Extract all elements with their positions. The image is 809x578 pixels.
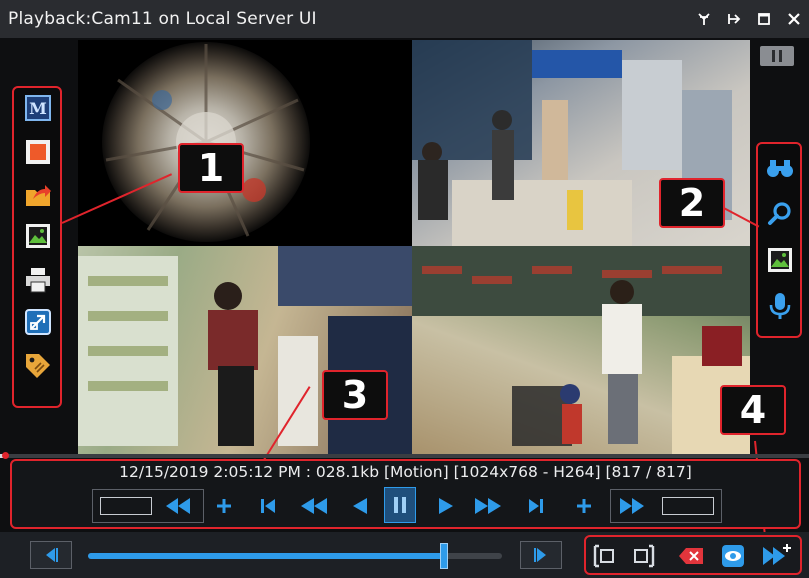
zoom-icon[interactable]	[766, 200, 794, 228]
fast-forward-speed-icon[interactable]	[616, 489, 648, 523]
fast-forward-icon[interactable]	[470, 489, 506, 523]
clear-marks-icon[interactable]	[678, 543, 704, 569]
pause-button[interactable]	[384, 487, 416, 523]
speed-plus-left-icon[interactable]	[210, 489, 238, 523]
play-reverse-icon[interactable]	[348, 489, 372, 523]
export-icon[interactable]	[24, 180, 52, 208]
print-icon[interactable]	[24, 266, 52, 294]
zoom-slider-fill	[88, 553, 445, 559]
motion-icon[interactable]: M	[24, 94, 52, 122]
scroll-thumb[interactable]	[760, 46, 794, 66]
zoom-slider[interactable]	[88, 543, 502, 569]
zoom-slider-handle[interactable]	[440, 543, 449, 569]
window-title: Playback:Cam11 on Local Server UI	[8, 9, 317, 29]
skip-to-end-icon[interactable]	[522, 489, 550, 523]
callout-badge-3: 3	[322, 370, 388, 420]
add-bookmark-icon[interactable]	[760, 543, 794, 569]
speed-plus-right-icon[interactable]	[570, 489, 598, 523]
binoculars-icon[interactable]	[766, 154, 794, 182]
callout-badge-2: 2	[659, 178, 725, 228]
rewind-icon[interactable]	[296, 489, 332, 523]
mark-in-icon[interactable]	[592, 543, 618, 569]
fast-speed-box[interactable]	[662, 497, 714, 515]
microphone-icon[interactable]	[766, 292, 794, 320]
tag-icon[interactable]	[24, 352, 52, 380]
mark-out-icon[interactable]	[630, 543, 656, 569]
right-toolbar	[756, 142, 802, 338]
camera-view-checkout[interactable]	[412, 246, 750, 454]
callout-badge-1: 1	[178, 143, 244, 193]
svg-text:M: M	[29, 99, 47, 118]
playback-window: Playback:Cam11 on Local Server UI M 1 2 …	[0, 0, 809, 578]
left-toolbar: M	[12, 86, 62, 408]
timeline-marker[interactable]	[2, 452, 9, 459]
bottom-bar	[0, 532, 809, 578]
maximize-icon[interactable]	[749, 0, 779, 38]
next-frame-button[interactable]	[520, 541, 562, 569]
video-grid[interactable]	[78, 40, 750, 454]
timeline-track[interactable]	[0, 452, 809, 459]
image-icon[interactable]	[766, 246, 794, 274]
callout-badge-4: 4	[720, 385, 786, 435]
detach-icon[interactable]	[719, 0, 749, 38]
snapshot-icon[interactable]	[24, 222, 52, 250]
play-icon[interactable]	[434, 489, 458, 523]
close-icon[interactable]	[779, 0, 809, 38]
fullscreen-icon[interactable]	[24, 308, 52, 336]
camera-view-refrigerator[interactable]	[78, 246, 412, 454]
skip-to-start-icon[interactable]	[254, 489, 282, 523]
title-bar[interactable]: Playback:Cam11 on Local Server UI	[0, 0, 809, 38]
playback-controls: 12/15/2019 2:05:12 PM : 028.1kb [Motion]…	[10, 459, 801, 529]
preview-icon[interactable]	[720, 543, 746, 569]
slow-speed-box[interactable]	[100, 497, 152, 515]
clip-tools-group	[584, 535, 802, 575]
pin-icon[interactable]	[689, 0, 719, 38]
stop-record-icon[interactable]	[24, 138, 52, 166]
slow-rewind-icon[interactable]	[162, 489, 194, 523]
playback-status: 12/15/2019 2:05:12 PM : 028.1kb [Motion]…	[119, 463, 692, 481]
camera-view-fisheye[interactable]	[78, 40, 412, 246]
previous-frame-button[interactable]	[30, 541, 72, 569]
